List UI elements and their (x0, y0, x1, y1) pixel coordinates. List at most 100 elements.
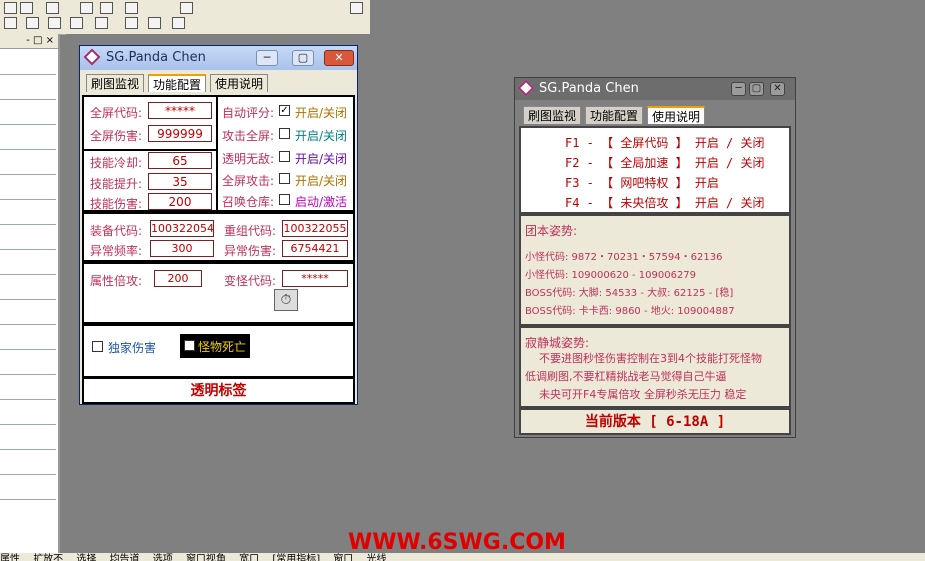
recombine-code-input[interactable]: 100322055 (282, 220, 348, 237)
window-title: SG.Panda Chen (539, 81, 639, 96)
field-label: 全屏代码: (90, 106, 143, 120)
monster-death-checkbox[interactable] (184, 340, 195, 351)
fullscreen-code-input[interactable]: ***** (148, 102, 212, 119)
center-v-icon[interactable] (148, 17, 161, 29)
align-left-icon[interactable] (4, 2, 17, 14)
transparent-label-panel: 透明标签 (82, 377, 355, 404)
toggle-text: 开启/关闭 (295, 152, 348, 166)
field-label: 全屏伤害: (90, 129, 143, 143)
distribute-icon[interactable] (48, 17, 61, 29)
hotkey-row: F3 - 【 网吧特权 】 开启 (565, 176, 719, 190)
bottom-tab[interactable]: 选择 (76, 553, 96, 561)
tab-config[interactable]: 功能配置 (148, 74, 207, 92)
field-label: 技能冷却: (90, 156, 143, 170)
table-icon[interactable] (125, 2, 138, 14)
center-both-icon[interactable] (172, 17, 185, 29)
minimize-button[interactable]: ─ (256, 50, 278, 66)
tab-bar: 刷图监视 功能配置 使用说明 (519, 106, 789, 126)
toggle-label: 攻击全屏: (222, 129, 275, 143)
bottom-tab[interactable]: 选项 (153, 553, 173, 561)
tab-help[interactable]: 使用说明 (647, 106, 706, 124)
auto-score-checkbox[interactable]: ✓ (279, 105, 290, 116)
monster-death-label: 怪物死亡 (198, 340, 247, 354)
toggle-text: 开启/关闭 (295, 106, 348, 120)
close-button[interactable]: ✕ (324, 50, 354, 66)
center-h-icon[interactable] (125, 17, 138, 29)
same-width-icon[interactable] (95, 17, 108, 29)
tab-bar: 刷图监视 功能配置 使用说明 (84, 74, 354, 94)
field-label: 属性倍攻: (90, 274, 143, 288)
space-horizontal-icon[interactable] (4, 17, 17, 29)
app-logo-icon (517, 79, 535, 97)
toggle-text: 开启/关闭 (295, 174, 348, 188)
bottom-tab[interactable]: 扩放不 (33, 553, 63, 561)
bottom-tab[interactable]: 属性 (0, 553, 20, 561)
tab-monitor[interactable]: 刷图监视 (523, 106, 582, 124)
abnormal-rate-input[interactable]: 300 (150, 240, 214, 257)
city-line: 未央可开F4专属倍攻 全屏秒杀无压力 稳定 (539, 388, 747, 401)
layout-icon[interactable] (80, 2, 93, 14)
field-label: 重组代码: (224, 224, 277, 238)
attribute-multiplier-input[interactable]: 200 (154, 270, 202, 287)
bottom-tab[interactable]: 窗口视角 (186, 553, 226, 561)
tab-help[interactable]: 使用说明 (210, 74, 269, 92)
equipment-code-input[interactable]: 100322054 (150, 220, 214, 237)
bottom-tab[interactable]: 窗口 (333, 553, 353, 561)
monster-code-input[interactable]: ***** (282, 270, 348, 287)
bottom-tab[interactable]: [常用指标] (272, 553, 320, 561)
team-line: 小怪代码: 109000620 - 109006279 (525, 270, 697, 281)
city-line: 低调刷图,不要杠精挑战老马觉得自己牛逼 (525, 370, 727, 383)
toggle-label: 全屏攻击: (222, 174, 275, 188)
summon-storage-checkbox[interactable] (279, 194, 290, 205)
stopwatch-icon[interactable]: ⏱ (274, 289, 298, 311)
team-line: 小怪代码: 9872・70231・57594・62136 (525, 252, 723, 263)
abnormal-damage-input[interactable]: 6754421 (282, 240, 348, 257)
attack-fullscreen-checkbox[interactable] (279, 128, 290, 139)
config-window-titlebar[interactable]: SG.Panda Chen ─ ▢ ✕ (80, 46, 357, 70)
bottom-tab[interactable]: 均告道 (110, 553, 140, 561)
toggles-panel: 自动评分: ✓ 开启/关闭 攻击全屏: 开启/关闭 透明无敌: 开启/关闭 全屏… (216, 95, 355, 212)
skill-boost-input[interactable]: 35 (148, 173, 212, 190)
skill-cooldown-input[interactable]: 65 (148, 152, 212, 169)
watermark-text: WWW.6SWG.COM (348, 530, 566, 555)
same-size-icon[interactable] (70, 17, 83, 29)
city-title: 寂静城姿势: (525, 336, 590, 350)
minimize-button[interactable]: ─ (731, 82, 746, 96)
tab-config[interactable]: 功能配置 (585, 106, 644, 124)
toggle-text: 启动/激活 (295, 195, 348, 209)
maximize-button[interactable]: ▢ (292, 50, 314, 66)
fullscreen-attack-checkbox[interactable] (279, 173, 290, 184)
preview-icon[interactable] (46, 2, 59, 14)
skill-panel: 技能冷却: 65 技能提升: 35 技能伤害: 200 (82, 149, 218, 212)
help-window-titlebar[interactable]: SG.Panda Chen ─ ▢ ✕ (515, 78, 795, 100)
skill-damage-input[interactable]: 200 (148, 193, 212, 210)
invincible-checkbox[interactable] (279, 151, 290, 162)
exclusive-damage-checkbox[interactable] (92, 341, 103, 352)
help-window: SG.Panda Chen ─ ▢ ✕ 刷图监视 功能配置 使用说明 F1 - … (514, 77, 796, 438)
space-vertical-icon[interactable] (26, 17, 39, 29)
grid-icon[interactable] (100, 2, 113, 14)
panel-controls-icon[interactable]: - □ × (26, 35, 54, 46)
config-window: SG.Panda Chen ─ ▢ ✕ 刷图监视 功能配置 使用说明 全屏代码:… (79, 45, 358, 405)
tab-monitor[interactable]: 刷图监视 (86, 74, 145, 92)
stop-icon[interactable] (180, 2, 193, 14)
equipment-panel: 装备代码: 100322054 异常频率: 300 重组代码: 10032205… (82, 212, 355, 262)
monster-death-box[interactable]: 怪物死亡 (180, 334, 250, 358)
fullscreen-damage-input[interactable]: 999999 (148, 125, 212, 142)
run-icon[interactable] (350, 2, 363, 14)
close-button[interactable]: ✕ (770, 82, 785, 96)
team-title: 团本姿势: (525, 224, 578, 238)
toggle-label: 召唤仓库: (222, 195, 275, 209)
bottom-tab[interactable]: 宽口 (239, 553, 259, 561)
bottom-tab-strip: 属性 扩放不 选择 均告道 选项 窗口视角 宽口 [常用指标] 窗口 光线 (0, 553, 925, 561)
options-panel: 独家伤害 怪物死亡 (82, 324, 355, 378)
field-label: 异常频率: (90, 244, 143, 258)
hotkey-row: F4 - 【 未央倍攻 】 开启 / 关闭 (565, 196, 765, 210)
field-label: 技能提升: (90, 177, 143, 191)
left-panel-list (0, 74, 56, 524)
align-center-icon[interactable] (20, 2, 33, 14)
hotkey-panel: F1 - 【 全屏代码 】 开启 / 关闭 F2 - 【 全局加速 】 开启 /… (519, 126, 791, 214)
maximize-button[interactable]: ▢ (749, 82, 764, 96)
bottom-tab[interactable]: 光线 (367, 553, 387, 561)
ide-toolbar (0, 0, 370, 35)
